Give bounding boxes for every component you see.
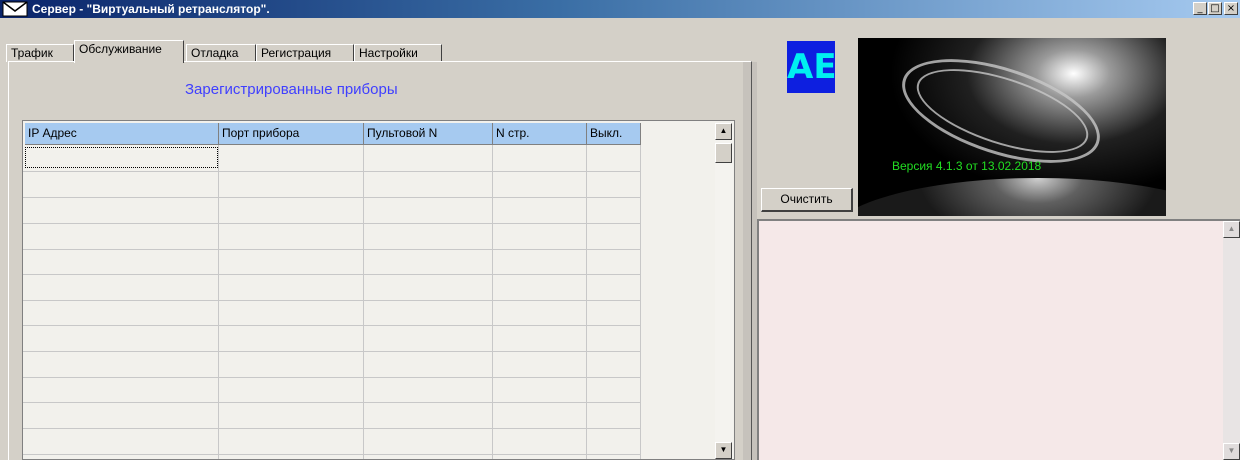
title-bar[interactable]: Сервер - "Виртуальный ретранслятор". _ □… bbox=[0, 0, 1240, 18]
column-header-page-number[interactable]: N стр. bbox=[493, 123, 587, 145]
column-header-off[interactable]: Выкл. bbox=[587, 123, 641, 145]
table-row[interactable] bbox=[23, 249, 641, 250]
table-row[interactable] bbox=[23, 377, 641, 378]
splash-image bbox=[858, 38, 1166, 216]
table-row[interactable] bbox=[23, 274, 641, 275]
table-scrollbar[interactable]: ▲ ▼ bbox=[715, 123, 733, 459]
selected-cell[interactable] bbox=[25, 147, 218, 168]
clear-button[interactable]: Очистить bbox=[761, 188, 853, 212]
app-logo: AE bbox=[787, 41, 837, 93]
column-header-port[interactable]: Порт прибора bbox=[219, 123, 364, 145]
column-divider bbox=[492, 145, 493, 459]
column-divider bbox=[640, 145, 641, 459]
tab-settings[interactable]: Настройки bbox=[354, 44, 442, 62]
column-header-ip[interactable]: IP Адрес bbox=[25, 123, 219, 145]
tab-registration[interactable]: Регистрация bbox=[256, 44, 354, 62]
panel-heading: Зарегистрированные приборы bbox=[185, 81, 398, 98]
scroll-thumb[interactable] bbox=[715, 143, 732, 163]
column-divider bbox=[218, 145, 219, 459]
splitter[interactable] bbox=[743, 62, 757, 460]
log-scrollbar[interactable]: ▲ ▼ bbox=[1223, 221, 1240, 460]
version-label: Версия 4.1.3 от 13.02.2018 bbox=[892, 159, 1042, 173]
minimize-button[interactable]: _ bbox=[1193, 2, 1207, 15]
column-divider bbox=[363, 145, 364, 459]
scroll-up-icon[interactable]: ▲ bbox=[715, 123, 732, 140]
scroll-down-icon[interactable]: ▼ bbox=[1223, 443, 1240, 460]
table-row[interactable] bbox=[23, 325, 641, 326]
devices-table[interactable]: IP Адрес Порт прибора Пультовой N N стр.… bbox=[22, 120, 735, 460]
table-row[interactable] bbox=[23, 171, 641, 172]
close-button[interactable]: × bbox=[1224, 2, 1238, 15]
table-row[interactable] bbox=[23, 351, 641, 352]
table-row[interactable] bbox=[23, 428, 641, 429]
column-header-console-number[interactable]: Пультовой N bbox=[364, 123, 493, 145]
table-row[interactable] bbox=[23, 197, 641, 198]
table-row[interactable] bbox=[23, 402, 641, 403]
log-textarea[interactable] bbox=[757, 219, 1240, 460]
tab-traffic[interactable]: Трафик bbox=[6, 44, 74, 62]
table-row[interactable] bbox=[23, 223, 641, 224]
window-title: Сервер - "Виртуальный ретранслятор". bbox=[32, 2, 270, 16]
envelope-icon bbox=[2, 1, 28, 17]
tab-service[interactable]: Обслуживание bbox=[74, 40, 184, 63]
table-row[interactable] bbox=[23, 454, 641, 455]
planet-surface bbox=[858, 178, 1166, 216]
maximize-button[interactable]: □ bbox=[1208, 2, 1222, 15]
table-row[interactable] bbox=[23, 300, 641, 301]
scroll-up-icon[interactable]: ▲ bbox=[1223, 221, 1240, 238]
column-divider bbox=[586, 145, 587, 459]
scroll-down-icon[interactable]: ▼ bbox=[715, 442, 732, 459]
tab-debug[interactable]: Отладка bbox=[186, 44, 256, 62]
